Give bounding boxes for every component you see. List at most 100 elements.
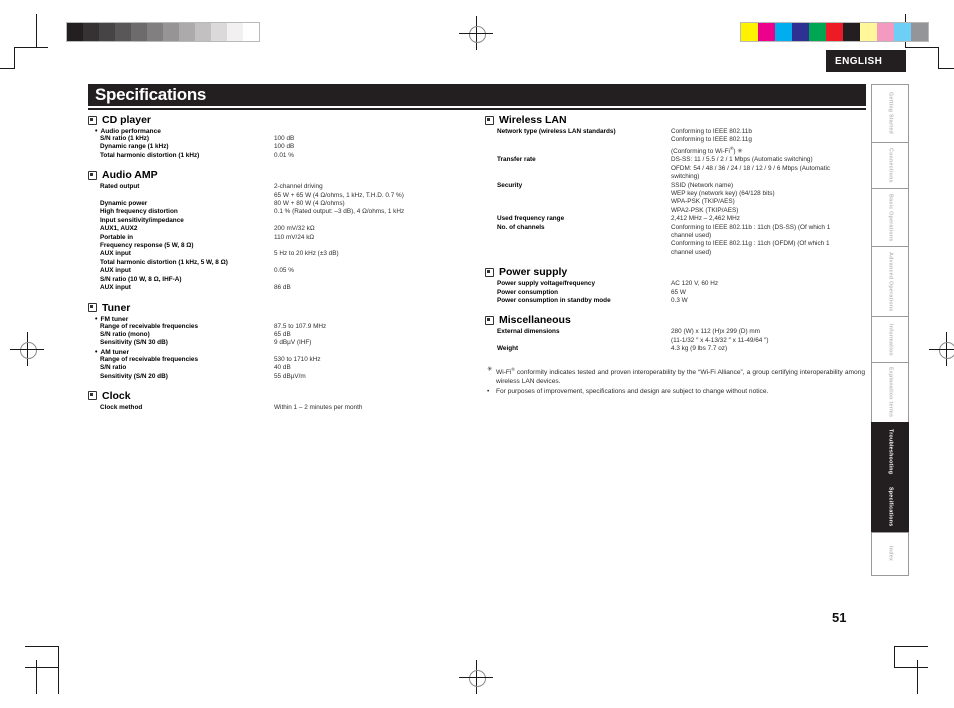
checkbox-square-icon (88, 115, 97, 125)
crop-mark-top-right-h (905, 47, 939, 48)
spec-label: Dynamic range (1 kHz) (100, 143, 169, 151)
spec-value: 0.1 % (Rated output: –3 dB), 4 Ω/ohms, 1… (274, 208, 468, 216)
registration-target-top (459, 16, 493, 50)
crop-mark-top-left-v (36, 14, 37, 48)
spec-value-line: switching) (671, 173, 700, 181)
spec-row: Total harmonic distortion (1 kHz, 5 W, 8… (100, 259, 468, 267)
color-swatch (911, 23, 928, 41)
spec-group-heading-label: Clock (102, 389, 131, 402)
registration-target-left (10, 332, 44, 366)
spec-label: Security (497, 181, 523, 189)
spec-label: No. of channels (497, 223, 545, 231)
crop-mark-top-left-v2 (14, 47, 15, 69)
spec-rows: S/N ratio (1 kHz) 100 dB Dynamic range (1 … (88, 135, 468, 160)
bullet-icon: • (95, 128, 98, 135)
crop-mark-bottom-left-v2 (36, 660, 37, 694)
spec-rows: Range of receivable frequencies 530 to 17… (88, 356, 468, 381)
spec-value-line: Conforming to IEEE 802.11g : 11ch (OFDM)… (671, 240, 830, 248)
spec-value-line: 0.01 % (274, 151, 294, 159)
spec-subheading: • AM tuner (88, 349, 468, 356)
crop-mark-bottom-left-v3 (58, 667, 59, 694)
color-swatch (758, 23, 775, 41)
spec-value: Conforming to IEEE 802.11b : 11ch (DS-SS… (671, 224, 865, 258)
crop-mark-bottom-left-h2 (25, 667, 59, 668)
side-tab-advanced-operations[interactable]: Advanced Operations (871, 246, 909, 316)
spec-value: Within 1 – 2 minutes per month (274, 404, 468, 412)
spec-group-heading-label: Audio AMP (102, 169, 158, 182)
bullet-icon: • (95, 348, 98, 356)
footnotes: ✳ Wi-Fi® conformity indicates tested and … (485, 365, 865, 397)
spec-label: High frequency distortion (100, 208, 178, 216)
spec-value: 86 dB (274, 284, 468, 292)
spec-value-line: WPA2-PSK (TKIP/AES) (671, 206, 739, 214)
side-tab-connections[interactable]: Connections (871, 142, 909, 188)
crop-mark-bottom-right-h2 (894, 667, 928, 668)
crop-mark-bottom-right-h (894, 646, 928, 647)
spec-group: CD player • Audio performance S/N ratio (1 … (88, 114, 468, 160)
crop-mark-top-right-v2 (938, 47, 939, 69)
spec-label: Power consumption in standby mode (497, 297, 611, 305)
spec-label: Weight (497, 345, 519, 353)
spec-row: Power supply voltage/frequency AC 120 V, … (497, 280, 865, 288)
spec-label: AUX input (100, 250, 131, 258)
spec-row: S/N ratio (mono) 65 dB (100, 331, 468, 339)
spec-value-line: channel used) (671, 232, 712, 239)
side-tab-label: Advanced Operations (887, 251, 894, 312)
color-swatch (826, 23, 843, 41)
spec-group-heading-label: Miscellaneous (499, 314, 571, 327)
color-swatch (877, 23, 894, 41)
spec-row: Range of receivable frequencies 530 to 17… (100, 356, 468, 364)
side-tab-specifications[interactable]: Specifications (871, 480, 909, 532)
grayscale-swatch (211, 23, 227, 41)
spec-row: AUX input 0.05 % (100, 267, 468, 275)
spec-value: DS-SS: 11 / 5.5 / 2 / 1 Mbps (Automatic … (671, 156, 865, 181)
spec-value (274, 276, 468, 284)
grayscale-swatch (83, 23, 99, 41)
grayscale-swatch (227, 23, 243, 41)
spec-value: 5 Hz to 20 kHz (±3 dB) (274, 250, 468, 258)
spec-value-line: 530 to 1710 kHz (274, 355, 321, 363)
page-number: 51 (832, 610, 847, 625)
crop-mark-bottom-left-h (25, 646, 59, 647)
spec-group: Miscellaneous External dimensions 280 (W) … (485, 314, 865, 353)
spec-row: Sensitivity (S/N 30 dB) 9 dBµV (IHF) (100, 339, 468, 347)
side-tab-basic-operations[interactable]: Basic Operations (871, 188, 909, 246)
checkbox-square-icon (88, 303, 97, 312)
side-tab-explanation-terms[interactable]: Explanation terms (871, 362, 909, 422)
spec-label: S/N ratio (100, 364, 127, 372)
side-tab-information[interactable]: Information (871, 316, 909, 362)
checkbox-square-icon (485, 115, 494, 125)
spec-value: 200 mV/32 kΩ (274, 225, 468, 233)
spec-value-line: SSID (Network name) (671, 181, 734, 189)
spec-rows: Power supply voltage/frequency AC 120 V, … (485, 280, 865, 305)
bullet-icon: • (95, 315, 98, 323)
side-tab-getting-started[interactable]: Getting Started (871, 84, 909, 142)
crop-mark-bottom-right-v2 (917, 660, 918, 694)
spec-value: 80 W + 80 W (4 Ω/ohms) (274, 200, 468, 208)
crop-mark-top-right-h2 (938, 68, 954, 69)
spec-value-line: WEP key (network key) (64/128 bits) (671, 189, 775, 197)
side-tab-troubleshooting[interactable]: Troubleshooting (871, 422, 909, 480)
spec-row: Rated output 2-channel driving 65 W + 65 W… (100, 183, 468, 200)
grayscale-swatch (67, 23, 83, 41)
spec-value: 40 dB (274, 364, 468, 372)
spec-value-line: 110 mV/24 kΩ (274, 233, 315, 241)
spec-row: Sensitivity (S/N 20 dB) 55 dBµV/m (100, 373, 468, 381)
checkbox-square-icon (88, 391, 97, 401)
spec-value-line: Within 1 – 2 minutes per month (274, 403, 363, 411)
spec-group-heading-label: Power supply (499, 266, 568, 279)
spec-row: S/N ratio (1 kHz) 100 dB (100, 135, 468, 143)
side-tab-index[interactable]: Index (871, 532, 909, 576)
spec-value: 530 to 1710 kHz (274, 356, 468, 364)
spec-value: 2,412 MHz – 2,462 MHz (671, 215, 865, 223)
spec-row: AUX1, AUX2 200 mV/32 kΩ (100, 225, 468, 233)
spec-value-line: 86 dB (274, 284, 291, 292)
spec-label: Network type (wireless LAN standards) (497, 128, 616, 135)
spec-value-line: 65 W (671, 288, 686, 296)
spec-row: Weight 4.3 kg (9 lbs 7.7 oz) (497, 345, 865, 353)
spec-value: 0.05 % (274, 267, 468, 275)
color-swatch (894, 23, 911, 41)
spec-rows: Clock method Within 1 – 2 minutes per mon… (88, 404, 468, 412)
spec-value: 87.5 to 107.9 MHz (274, 323, 468, 331)
spec-value-line: 9 dBµV (IHF) (274, 339, 312, 347)
